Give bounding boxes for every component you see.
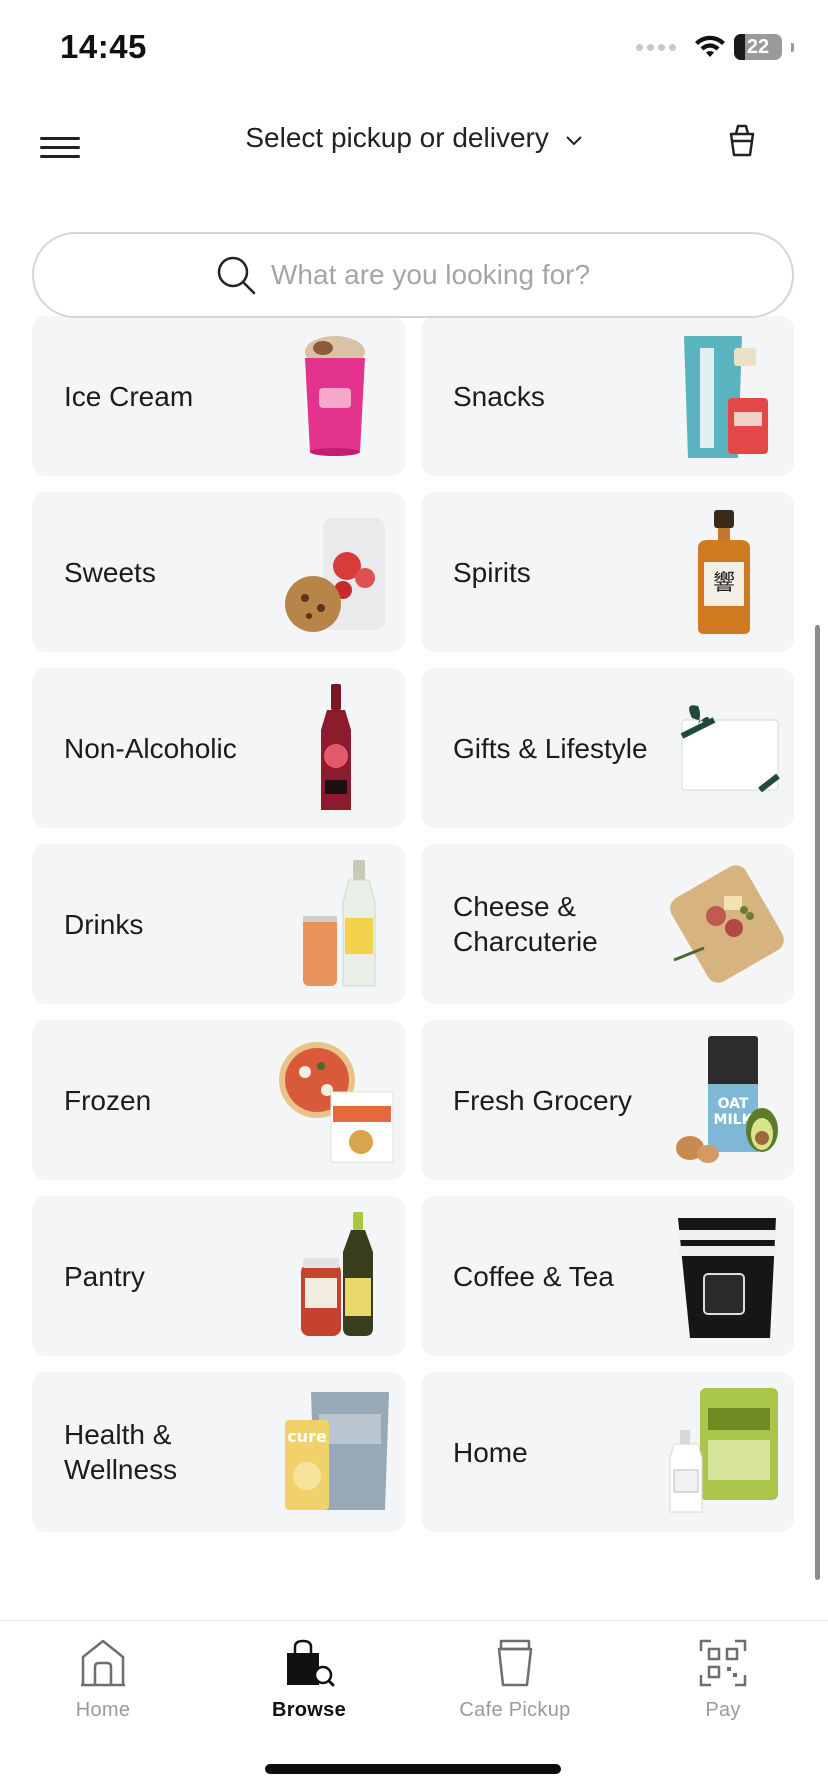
search-icon — [217, 256, 256, 295]
scrollbar[interactable] — [815, 625, 820, 1580]
category-tile-drinks[interactable]: Drinks — [32, 844, 405, 1004]
category-label: Home — [453, 1436, 528, 1468]
category-tile-non-alcoholic[interactable]: Non-Alcoholic — [32, 668, 405, 828]
whisky-bottle-image: 響 — [698, 510, 750, 634]
chips-bag-image — [684, 336, 768, 458]
home-indicator — [265, 1764, 561, 1774]
svg-text:OAT: OAT — [718, 1096, 749, 1112]
oat-milk-eggs-image: OAT MILK — [676, 1036, 778, 1163]
ice-cream-pint-image — [305, 336, 365, 456]
category-label: Snacks — [453, 380, 545, 412]
pizza-nuggets-image — [279, 1042, 394, 1163]
browse-bag-icon — [287, 1639, 335, 1687]
category-tile-coffee-tea[interactable]: Coffee & Tea — [421, 1196, 794, 1356]
supplement-pouches-image: cure — [285, 1392, 389, 1510]
cleaning-spray-image — [669, 1388, 778, 1513]
status-time: 14:45 — [60, 28, 147, 65]
category-tile-sweets[interactable]: Sweets — [32, 492, 405, 652]
category-tile-snacks[interactable]: Snacks — [421, 316, 794, 476]
category-label: Spirits — [453, 556, 531, 588]
category-label: Ice Cream — [64, 380, 194, 412]
category-label: Non-Alcoholic — [64, 732, 237, 764]
svg-text:響: 響 — [713, 571, 735, 596]
tab-home[interactable]: Home — [18, 1637, 188, 1747]
category-tile-ice-cream[interactable]: Ice Cream — [32, 316, 405, 476]
chevron-down-icon — [565, 135, 582, 146]
cup-icon — [497, 1639, 533, 1687]
category-tile-gifts[interactable]: Gifts & Lifestyle — [421, 668, 794, 828]
category-label: Health & Wellness — [64, 1419, 178, 1485]
coffee-bag-image — [678, 1218, 776, 1338]
category-grid: Ice Cream Snacks Sweets Spirits 響 Non-Al… — [32, 290, 794, 1532]
tab-pay[interactable]: Pay — [638, 1637, 808, 1747]
category-tile-frozen[interactable]: Frozen — [32, 1020, 405, 1180]
can-and-bottle-image — [303, 860, 376, 987]
category-label: Frozen — [64, 1084, 152, 1116]
category-tile-spirits[interactable]: Spirits 響 — [421, 492, 794, 652]
battery-level: 22 — [746, 35, 770, 58]
tab-label: Browse — [271, 1699, 347, 1721]
svg-text:cure: cure — [287, 1427, 327, 1446]
category-tile-home[interactable]: Home — [421, 1372, 794, 1532]
cookie-candy-image — [285, 518, 385, 632]
category-tile-pantry[interactable]: Pantry — [32, 1196, 405, 1356]
category-grid-viewport: Ice Cream Snacks Sweets Spirits 響 Non-Al… — [0, 290, 828, 1620]
sauce-oil-image — [301, 1212, 373, 1336]
category-label: Sweets — [64, 556, 156, 588]
wifi-icon — [695, 35, 725, 57]
battery-icon: 22 — [734, 34, 782, 60]
category-label: Drinks — [64, 908, 144, 940]
category-label: Coffee & Tea — [453, 1260, 614, 1292]
category-label: Gifts & Lifestyle — [453, 732, 648, 764]
tab-label: Pay — [705, 1699, 741, 1721]
fulfillment-label: Select pickup or delivery — [245, 122, 549, 153]
status-bar: 14:45 22 — [0, 0, 828, 100]
category-tile-fresh-grocery[interactable]: Fresh Grocery OAT MILK — [421, 1020, 794, 1180]
bag-icon[interactable] — [722, 120, 762, 160]
gift-box-image — [680, 705, 780, 793]
fulfillment-selector[interactable]: Select pickup or delivery — [0, 122, 828, 154]
search-input[interactable] — [271, 259, 611, 291]
tab-label: Cafe Pickup — [459, 1699, 571, 1721]
tab-cafe-pickup[interactable]: Cafe Pickup — [430, 1637, 600, 1747]
tab-label: Home — [75, 1699, 131, 1721]
category-label: Fresh Grocery — [453, 1084, 632, 1116]
home-icon — [81, 1639, 125, 1687]
category-label: Pantry — [64, 1260, 145, 1292]
soda-bottle-image — [321, 684, 351, 810]
signal-icon — [636, 43, 676, 51]
qr-code-icon — [699, 1639, 747, 1687]
tab-browse[interactable]: Browse — [224, 1637, 394, 1747]
status-icons: 22 — [636, 34, 794, 60]
category-label: Cheese & Charcuterie — [453, 891, 598, 957]
category-tile-health-wellness[interactable]: Health & Wellness cure — [32, 1372, 405, 1532]
charcuterie-board-image — [670, 865, 784, 983]
search-bar[interactable] — [32, 232, 794, 318]
category-tile-cheese[interactable]: Cheese & Charcuterie — [421, 844, 794, 1004]
